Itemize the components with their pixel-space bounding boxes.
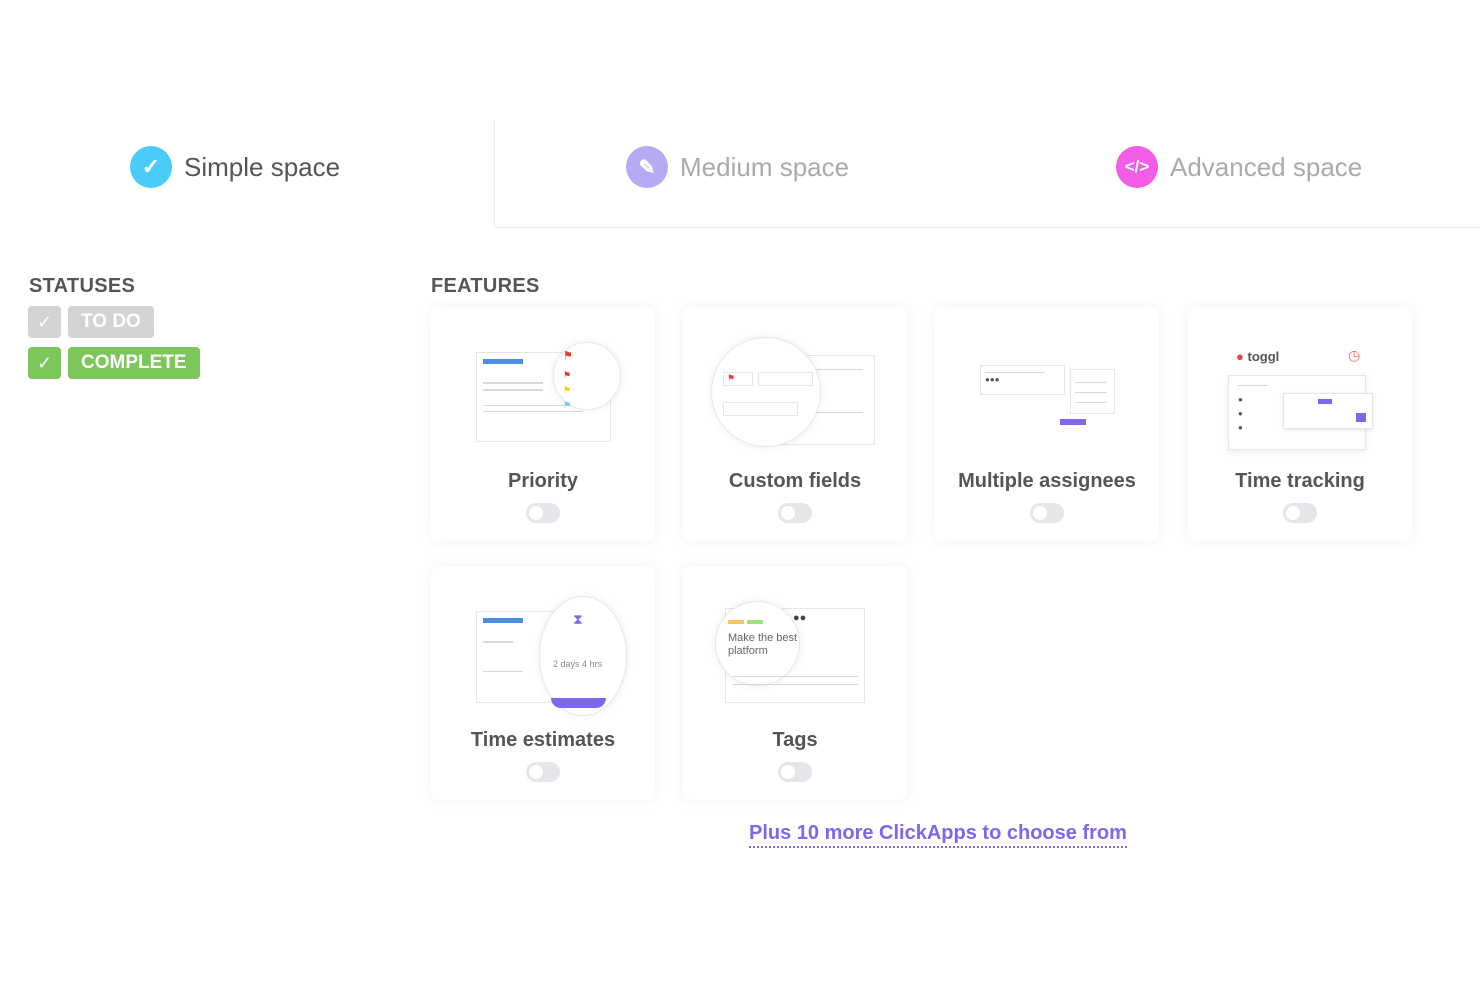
time-estimates-illustration: ⧗ 2 days 4 hrs: [471, 596, 627, 716]
feature-card-tags: ●● Make the best platform Tags: [683, 566, 907, 800]
pencil-icon: ✎: [626, 146, 668, 188]
priority-toggle[interactable]: [526, 503, 560, 523]
tab-medium-space[interactable]: ✎ Medium space: [626, 146, 849, 188]
feature-card-priority: ⚑ ⚑ ⚑ ⚑ Priority: [431, 307, 655, 541]
more-clickapps-link[interactable]: Plus 10 more ClickApps to choose from: [749, 822, 1127, 848]
feature-title: Multiple assignees: [958, 470, 1136, 492]
status-todo: ✓ TO DO: [28, 306, 154, 338]
custom-fields-toggle[interactable]: [778, 503, 812, 523]
time-tracking-toggle[interactable]: [1283, 503, 1317, 523]
feature-title: Tags: [772, 729, 818, 751]
multiple-assignees-illustration: ●●●: [975, 337, 1123, 447]
custom-fields-illustration: ⚑: [711, 337, 875, 447]
code-icon: </>: [1116, 146, 1158, 188]
tags-toggle[interactable]: [778, 762, 812, 782]
time-tracking-illustration: ● toggl ◷ ● ● ●: [1228, 337, 1376, 450]
status-label: TO DO: [68, 306, 154, 338]
check-icon: ✓: [28, 347, 61, 379]
tags-illustration: ●● Make the best platform: [715, 596, 871, 706]
feature-card-multiple-assignees: ●●● Multiple assignees: [935, 307, 1159, 541]
check-icon: ✓: [28, 306, 61, 338]
feature-title: Time tracking: [1235, 470, 1365, 492]
time-estimates-toggle[interactable]: [526, 762, 560, 782]
feature-card-time-estimates: ⧗ 2 days 4 hrs Time estimates: [431, 566, 655, 800]
status-label: COMPLETE: [68, 347, 200, 379]
multiple-assignees-toggle[interactable]: [1030, 503, 1064, 523]
tab-advanced-space[interactable]: </> Advanced space: [1116, 146, 1362, 188]
feature-title: Custom fields: [728, 470, 862, 492]
hourglass-icon: ⧗: [573, 611, 583, 627]
priority-illustration: ⚑ ⚑ ⚑ ⚑: [471, 337, 621, 447]
check-circle-icon: ✓: [130, 146, 172, 188]
status-complete: ✓ COMPLETE: [28, 347, 200, 379]
features-heading: FEATURES: [431, 275, 540, 297]
space-type-tabs: ✓ Simple space ✎ Medium space </> Advanc…: [0, 120, 1480, 228]
feature-title: Priority: [507, 470, 579, 492]
statuses-heading: STATUSES: [29, 275, 136, 297]
feature-card-time-tracking: ● toggl ◷ ● ● ● Time tracking: [1188, 307, 1412, 541]
feature-title: Time estimates: [470, 729, 616, 751]
tab-simple-space[interactable]: ✓ Simple space: [130, 146, 340, 188]
feature-card-custom-fields: ⚑ Custom fields: [683, 307, 907, 541]
toggl-logo-icon: ●: [1236, 349, 1244, 364]
tab-label: Medium space: [680, 151, 850, 182]
tab-label: Simple space: [184, 151, 341, 182]
timer-icon: ◷: [1348, 347, 1361, 363]
tab-label: Advanced space: [1170, 151, 1363, 182]
